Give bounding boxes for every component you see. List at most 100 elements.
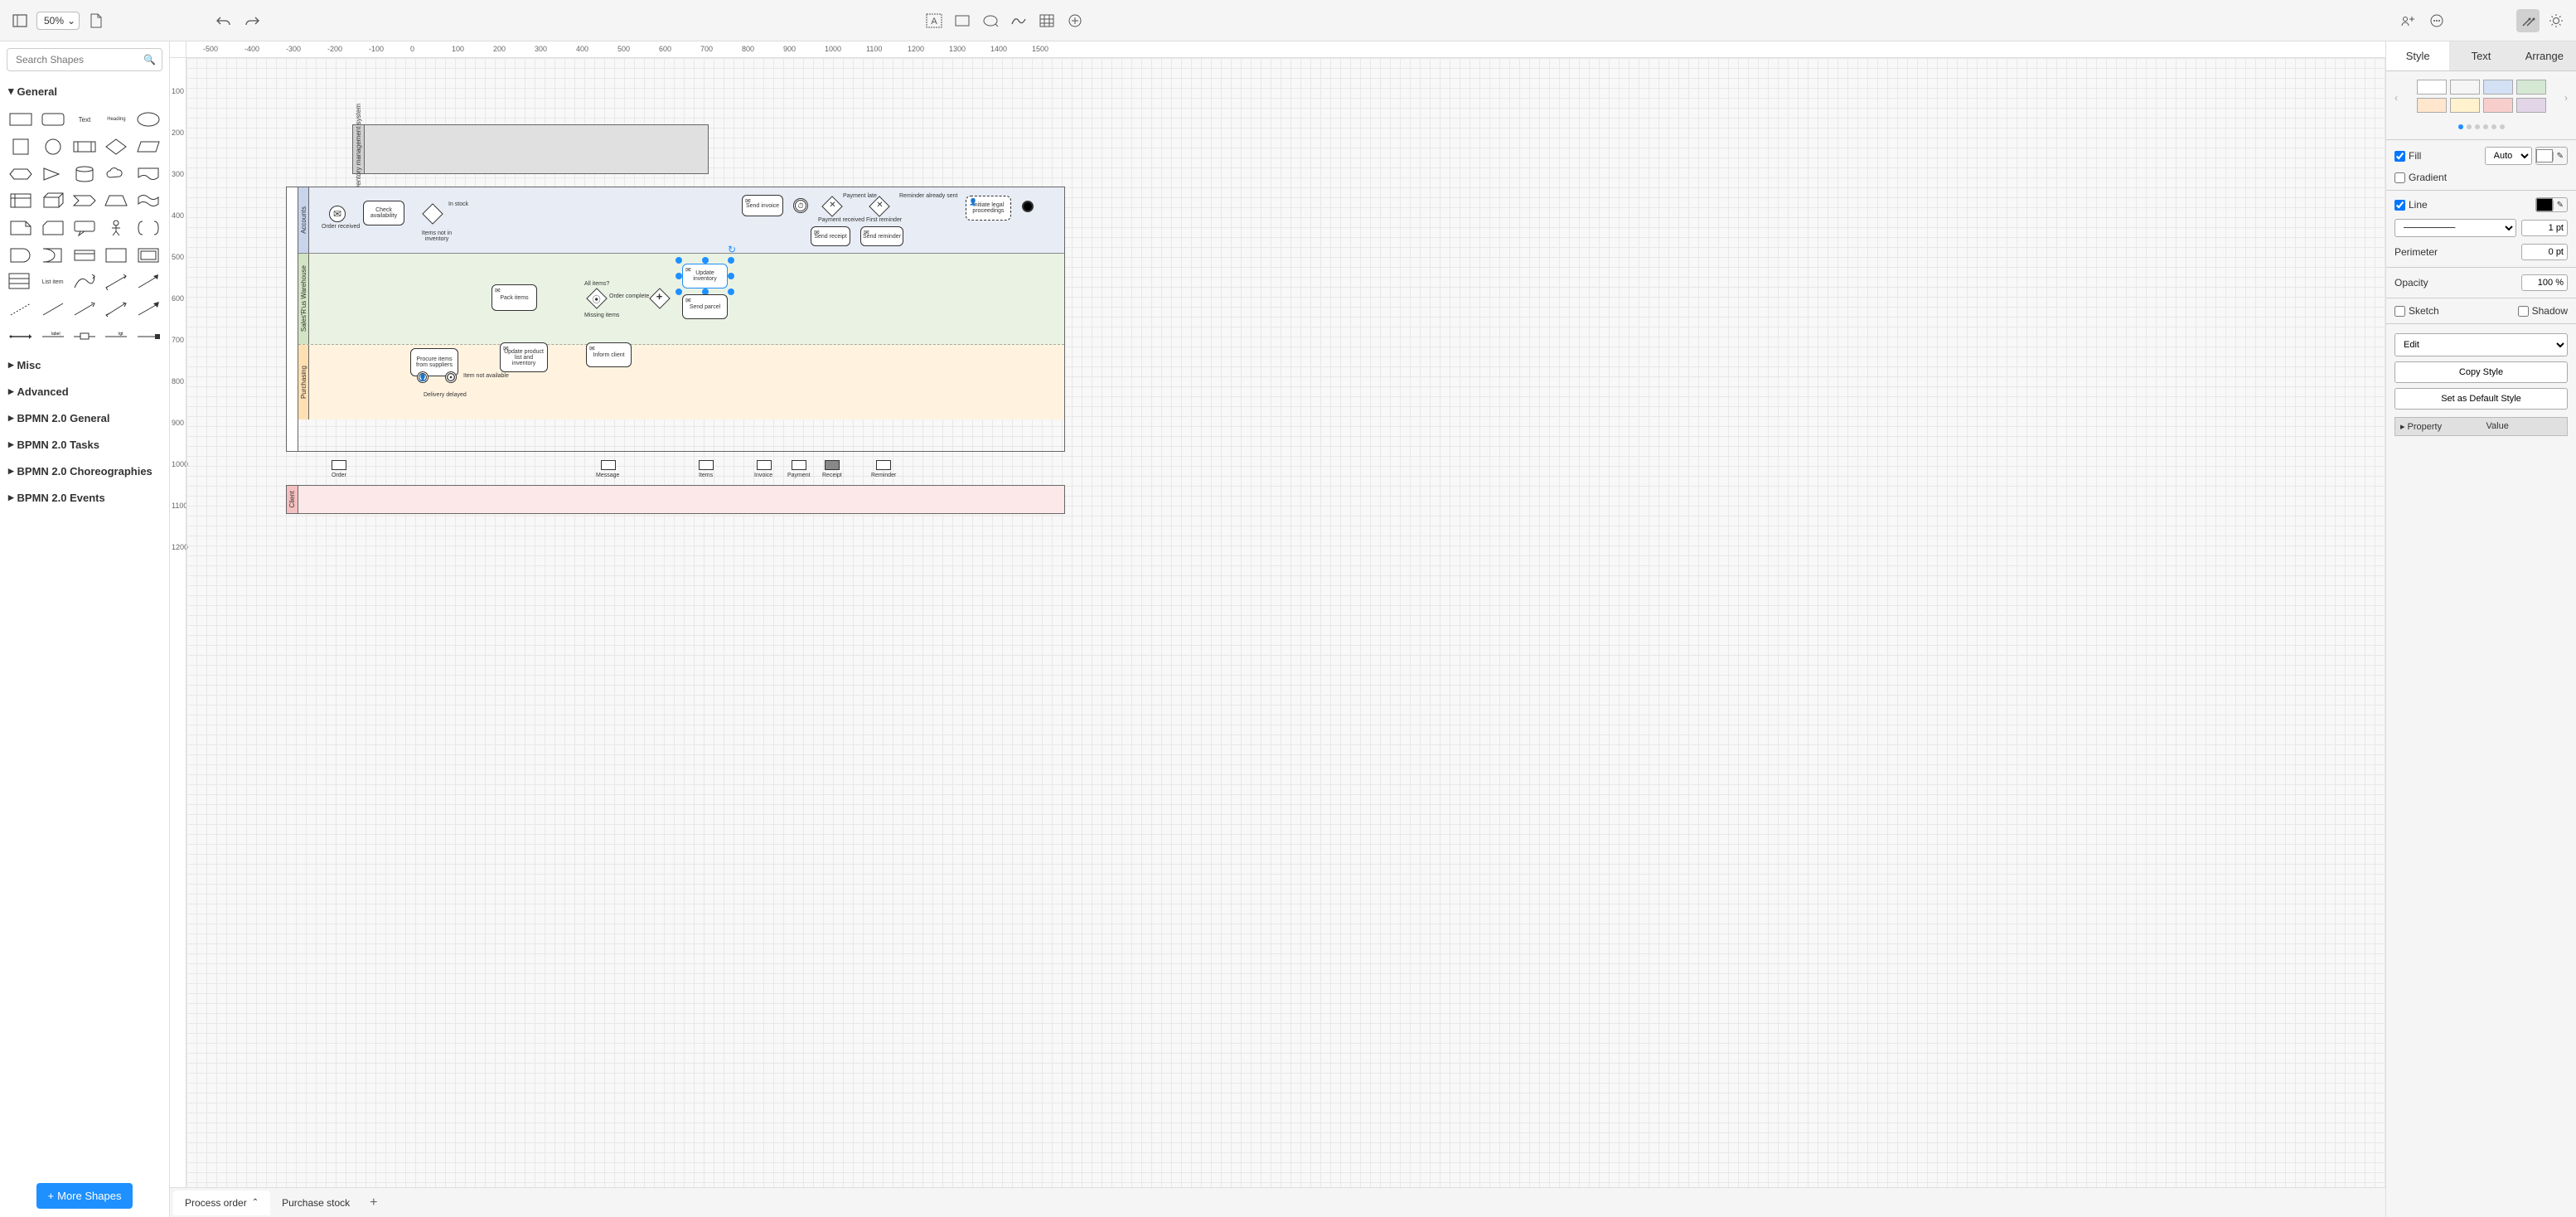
shape-list[interactable] <box>7 270 35 294</box>
zoom-select[interactable]: 50% ⌄ <box>36 12 80 30</box>
category-bpmn-general[interactable]: ▸BPMN 2.0 General <box>0 405 169 431</box>
style-swatch[interactable] <box>2417 80 2447 95</box>
rect-tool-btn[interactable] <box>951 9 974 32</box>
shape-frame[interactable] <box>134 243 162 267</box>
format-panel-btn[interactable] <box>2516 9 2540 32</box>
tab-arrange[interactable]: Arrange <box>2513 41 2576 70</box>
shadow-checkbox[interactable]: Shadow <box>2518 305 2568 317</box>
text-tool-btn[interactable]: A <box>922 9 946 32</box>
shape-trapezoid[interactable] <box>102 189 130 213</box>
swatch-prev-icon[interactable]: ‹ <box>2394 92 2398 104</box>
shape-square[interactable] <box>7 135 35 159</box>
shape-bidir-arrow[interactable] <box>102 270 130 294</box>
shape-actor[interactable] <box>102 216 130 240</box>
pool-client[interactable]: Client <box>286 485 1065 514</box>
event-end[interactable] <box>1022 201 1034 212</box>
msg-items[interactable] <box>699 460 714 470</box>
msg-receipt[interactable] <box>825 460 840 470</box>
shape-document[interactable] <box>134 162 162 186</box>
more-shapes-button[interactable]: +More Shapes <box>36 1183 133 1209</box>
msg-invoice[interactable] <box>757 460 772 470</box>
msg-payment[interactable] <box>792 460 806 470</box>
shape-cube[interactable] <box>38 189 66 213</box>
shape-text[interactable]: Text <box>70 108 99 132</box>
shape-callout[interactable] <box>70 216 99 240</box>
shape-tape[interactable] <box>134 189 162 213</box>
undo-btn[interactable] <box>212 9 235 32</box>
task-inform-client[interactable]: ✉Inform client <box>586 342 632 367</box>
line-style-select[interactable]: ──────── <box>2394 219 2516 237</box>
new-page-btn[interactable] <box>85 9 108 32</box>
edit-style-select[interactable]: Edit <box>2394 333 2568 356</box>
line-color-picker[interactable]: ✎ <box>2535 197 2568 212</box>
shape-curve[interactable] <box>70 270 99 294</box>
task-update-inventory[interactable]: ✉Update inventory <box>682 264 728 288</box>
category-bpmn-tasks[interactable]: ▸BPMN 2.0 Tasks <box>0 431 169 458</box>
category-general[interactable]: ▾General <box>0 78 169 104</box>
style-swatch[interactable] <box>2450 80 2480 95</box>
shape-dashed-line[interactable] <box>7 298 35 322</box>
fill-mode-select[interactable]: Auto <box>2485 147 2532 165</box>
shape-container[interactable] <box>102 243 130 267</box>
tab-style[interactable]: Style <box>2386 41 2449 70</box>
fill-checkbox[interactable]: Fill <box>2394 150 2421 162</box>
category-bpmn-choreo[interactable]: ▸BPMN 2.0 Choreographies <box>0 458 169 484</box>
shape-ellipse[interactable] <box>134 108 162 132</box>
style-swatch[interactable] <box>2417 98 2447 113</box>
shape-line[interactable] <box>38 298 66 322</box>
style-swatch[interactable] <box>2516 80 2546 95</box>
style-swatch[interactable] <box>2483 98 2513 113</box>
share-btn[interactable] <box>2397 9 2420 32</box>
category-bpmn-events[interactable]: ▸BPMN 2.0 Events <box>0 484 169 511</box>
category-advanced[interactable]: ▸Advanced <box>0 378 169 405</box>
set-default-style-button[interactable]: Set as Default Style <box>2394 388 2568 410</box>
shape-parallelogram[interactable] <box>134 135 162 159</box>
shape-diamond[interactable] <box>102 135 130 159</box>
shape-heading[interactable]: Heading <box>102 108 130 132</box>
gradient-checkbox[interactable]: Gradient <box>2394 172 2447 183</box>
lane-warehouse[interactable]: Sales'R'us Warehouse <box>298 254 1064 345</box>
swatch-next-icon[interactable]: › <box>2564 92 2568 104</box>
sketch-checkbox[interactable]: Sketch <box>2394 305 2439 317</box>
line-width-input[interactable] <box>2521 220 2568 236</box>
event-start-order-received[interactable]: ✉ <box>329 206 346 222</box>
add-page-btn[interactable]: + <box>361 1190 385 1215</box>
freehand-tool-btn[interactable] <box>1007 9 1030 32</box>
pool-inventory-mgmt[interactable]: Inventory management system <box>352 124 709 174</box>
tab-purchase-stock[interactable]: Purchase stock <box>270 1190 361 1215</box>
shape-card[interactable] <box>38 216 66 240</box>
event-boundary-2[interactable]: ⦿ <box>445 371 457 383</box>
copy-style-button[interactable]: Copy Style <box>2394 361 2568 383</box>
shape-or[interactable] <box>7 243 35 267</box>
task-initiate-legal[interactable]: 👤Initiate legal proceedings <box>966 196 1011 221</box>
style-swatch[interactable] <box>2483 80 2513 95</box>
task-send-parcel[interactable]: ✉Send parcel <box>682 294 728 319</box>
shape-list-item[interactable]: List item <box>38 270 66 294</box>
toggle-sidebar-btn[interactable] <box>8 9 31 32</box>
tab-text[interactable]: Text <box>2449 41 2512 70</box>
msg-reminder[interactable] <box>876 460 891 470</box>
table-tool-btn[interactable] <box>1035 9 1058 32</box>
shape-hexagon[interactable] <box>7 162 35 186</box>
shape-cylinder[interactable] <box>70 162 99 186</box>
shape-connector-4[interactable]: tgt <box>102 324 130 348</box>
category-misc[interactable]: ▸Misc <box>0 352 169 378</box>
shape-bidir-line[interactable] <box>102 298 130 322</box>
shape-arrow[interactable] <box>134 270 162 294</box>
style-swatch[interactable] <box>2516 98 2546 113</box>
style-swatch[interactable] <box>2450 98 2480 113</box>
canvas[interactable]: Inventory management system Accounts Sal… <box>186 58 2385 1187</box>
shape-process[interactable] <box>70 135 99 159</box>
shape-data-store[interactable] <box>70 243 99 267</box>
shape-connector-5[interactable] <box>134 324 162 348</box>
shape-rect[interactable] <box>7 108 35 132</box>
task-check-availability[interactable]: Check availability <box>363 201 404 225</box>
comments-btn[interactable] <box>2425 9 2448 32</box>
shape-step[interactable] <box>70 189 99 213</box>
shape-circle[interactable] <box>38 135 66 159</box>
redo-btn[interactable] <box>240 9 264 32</box>
shape-solid-arrow[interactable] <box>134 298 162 322</box>
shape-triangle[interactable] <box>38 162 66 186</box>
insert-btn[interactable] <box>1063 9 1087 32</box>
task-pack-items[interactable]: ✉Pack items <box>491 284 537 311</box>
